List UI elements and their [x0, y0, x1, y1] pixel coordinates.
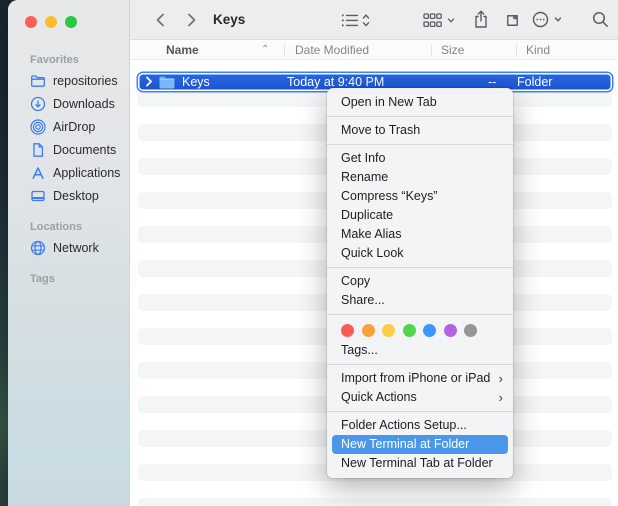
submenu-arrow-icon: ›	[498, 390, 503, 405]
sidebar-item-label: Documents	[53, 142, 117, 157]
tags-section-label: Tags	[30, 273, 55, 285]
menu-item-duplicate[interactable]: Duplicate	[327, 206, 513, 225]
menu-item-folder-actions-setup[interactable]: Folder Actions Setup...	[327, 416, 513, 435]
sidebar-item-network[interactable]: Network	[8, 236, 129, 259]
menu-item-move-to-trash[interactable]: Move to Trash	[327, 121, 513, 140]
tag-orange[interactable]	[361, 323, 375, 337]
share-icon[interactable]	[473, 10, 489, 29]
sidebar-item-label: Network	[53, 240, 99, 255]
tag-green[interactable]	[402, 323, 416, 337]
row-name: Keys	[182, 75, 210, 89]
menu-item-compress[interactable]: Compress “Keys”	[327, 187, 513, 206]
menu-item-quick-actions[interactable]: Quick Actions ›	[327, 388, 513, 407]
tag-gray[interactable]	[464, 323, 477, 337]
close-button[interactable]	[25, 16, 37, 28]
menu-separator	[327, 314, 513, 315]
sidebar-item-applications[interactable]: Applications	[8, 161, 129, 184]
menu-item-quick-look[interactable]: Quick Look	[327, 244, 513, 263]
row-size: --	[488, 75, 497, 89]
menu-item-share[interactable]: Share...	[327, 291, 513, 310]
column-header-row: Name ⌃ Date Modified Size Kind	[130, 41, 618, 60]
menu-item-new-terminal-at-folder[interactable]: New Terminal at Folder	[332, 435, 508, 454]
column-header-date-modified[interactable]: Date Modified	[295, 43, 369, 57]
more-icon[interactable]	[532, 11, 564, 28]
locations-section-label: Locations	[30, 221, 82, 233]
tag-color-row	[327, 319, 513, 341]
sidebar-item-desktop[interactable]: Desktop	[8, 184, 129, 207]
tag-yellow[interactable]	[382, 323, 395, 337]
folder-icon	[30, 73, 46, 89]
minimize-button[interactable]	[45, 16, 57, 28]
row-kind: Folder	[517, 75, 553, 89]
tag-blue[interactable]	[423, 323, 436, 337]
sidebar-item-repositories[interactable]: repositories	[8, 69, 129, 92]
forward-button[interactable]	[182, 11, 200, 29]
tag-red[interactable]	[341, 323, 354, 337]
sidebar-item-label: Downloads	[53, 96, 115, 111]
disclosure-chevron-icon[interactable]	[145, 76, 153, 87]
applications-icon	[30, 165, 46, 181]
group-icon[interactable]	[423, 13, 457, 28]
search-icon[interactable]	[592, 11, 609, 28]
submenu-arrow-icon: ›	[498, 371, 503, 386]
content-area: Keys Name ⌃ Date Modified Size Kind Keys…	[130, 0, 618, 506]
menu-item-new-terminal-tab-at-folder[interactable]: New Terminal Tab at Folder	[327, 454, 513, 473]
sidebar-item-label: Desktop	[53, 188, 99, 203]
row-stripe	[138, 498, 612, 506]
folder-icon	[159, 76, 175, 89]
tags-icon[interactable]	[504, 12, 521, 29]
menu-separator	[327, 267, 513, 268]
sort-ascending-icon: ⌃	[261, 44, 270, 55]
sidebar-item-documents[interactable]: Documents	[8, 138, 129, 161]
sidebar-item-downloads[interactable]: Downloads	[8, 92, 129, 115]
view-list-icon[interactable]	[341, 13, 371, 28]
sidebar-item-label: repositories	[53, 73, 118, 88]
menu-item-copy[interactable]: Copy	[327, 272, 513, 291]
menu-separator	[327, 116, 513, 117]
back-button[interactable]	[152, 11, 170, 29]
sidebar-item-label: Applications	[53, 165, 121, 180]
menu-item-import-from-iphone[interactable]: Import from iPhone or iPad ›	[327, 369, 513, 388]
zoom-button[interactable]	[65, 16, 77, 28]
window-title: Keys	[213, 12, 246, 27]
sidebar: Favorites repositories Downloads AirDrop	[8, 0, 130, 506]
menu-item-get-info[interactable]: Get Info	[327, 149, 513, 168]
toolbar: Keys	[130, 0, 618, 40]
menu-item-rename[interactable]: Rename	[327, 168, 513, 187]
menu-item-tags[interactable]: Tags...	[327, 341, 513, 360]
sidebar-item-label: AirDrop	[53, 119, 96, 134]
favorites-section-label: Favorites	[30, 54, 79, 66]
menu-separator	[327, 144, 513, 145]
tag-purple[interactable]	[443, 323, 457, 337]
menu-item-open-in-new-tab[interactable]: Open in New Tab	[327, 93, 513, 112]
context-menu: Open in New Tab Move to Trash Get Info R…	[327, 88, 513, 478]
document-icon	[30, 142, 46, 158]
sidebar-item-airdrop[interactable]: AirDrop	[8, 115, 129, 138]
column-header-name[interactable]: Name	[166, 43, 199, 57]
download-circle-icon	[30, 96, 46, 112]
row-date-modified: Today at 9:40 PM	[287, 75, 385, 89]
airdrop-icon	[30, 118, 46, 135]
menu-separator	[327, 411, 513, 412]
window-controls	[25, 16, 77, 28]
column-header-size[interactable]: Size	[441, 43, 464, 57]
desktop-icon	[30, 188, 46, 204]
finder-window: Favorites repositories Downloads AirDrop	[8, 0, 618, 506]
menu-item-make-alias[interactable]: Make Alias	[327, 225, 513, 244]
menu-separator	[327, 364, 513, 365]
column-header-kind[interactable]: Kind	[526, 43, 550, 57]
globe-icon	[30, 240, 46, 256]
